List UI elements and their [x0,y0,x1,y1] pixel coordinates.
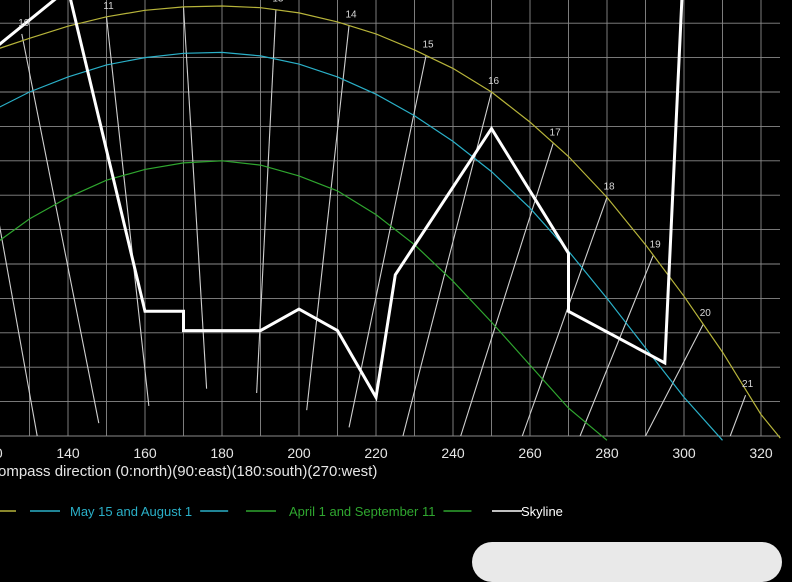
hour-label: 17 [550,128,562,139]
x-tick-label: 240 [441,445,465,461]
x-tick-label: 180 [210,445,234,461]
x-tick-label: 220 [364,445,388,461]
sun-paths [0,0,781,441]
x-tick-label: 160 [133,445,157,461]
series-line-summer [0,5,781,439]
hour-line [579,255,654,437]
series-line-skyline [0,0,684,402]
hour-label: 11 [103,1,114,12]
x-tick-label: 260 [518,445,542,461]
legend-label-skyline: Skyline [521,504,563,519]
series-line-mayaug [0,51,723,441]
hour-line [306,25,350,411]
legend: May 15 and August 1 April 1 and September… [0,504,563,519]
x-tick-label: 320 [749,445,773,461]
hour-label: 14 [345,9,357,20]
hour-label: 10 [18,18,30,29]
labels: 120 140 160 180 200 220 240 260 280 300 320 ompass … [0,0,773,480]
hour-line [256,9,277,394]
legend-label-aprsep: April 1 and September 11 [289,504,435,519]
x-tick-label: 120 [0,445,3,461]
legend-label-mayaug: May 15 and August 1 [70,504,192,519]
x-tick-label: 140 [56,445,80,461]
x-axis-title: ompass direction (0:north)(90:east)(180:… [0,463,377,480]
hour-label: 13 [272,0,284,4]
hour-label: 20 [700,308,712,319]
hour-label: 19 [650,239,662,250]
hour-lines [0,6,747,437]
x-tick-label: 300 [672,445,696,461]
hour-label: 21 [742,379,754,390]
hour-label: 18 [603,181,615,192]
bottom-panel[interactable] [472,542,782,582]
hour-label: 12 [180,0,192,2]
x-tick-label: 280 [595,445,619,461]
x-tick-label: 200 [287,445,311,461]
hour-line [0,225,38,437]
hour-label: 16 [488,76,500,87]
series-line-aprsep [0,160,608,441]
sun-path-chart: 120 140 160 180 200 220 240 260 280 300 320 ompass … [0,0,781,519]
hour-label: 15 [422,39,434,50]
hour-line [460,143,554,437]
hour-line [105,16,150,406]
hour-line [645,323,704,437]
